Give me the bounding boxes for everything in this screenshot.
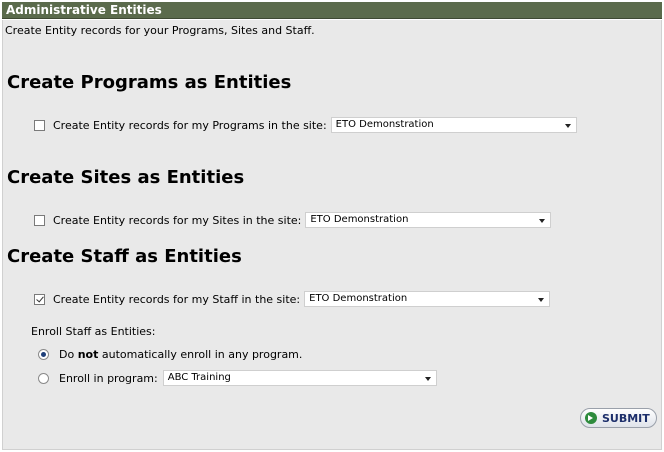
no-enroll-label-post: automatically enroll in any program. bbox=[98, 347, 303, 361]
no-enroll-option: Do not automatically enroll in any progr… bbox=[38, 346, 302, 362]
staff-checkbox[interactable] bbox=[34, 293, 45, 305]
programs-checkbox[interactable] bbox=[34, 119, 45, 131]
staff-row: Create Entity records for my Staff in th… bbox=[34, 290, 551, 308]
sites-site-select[interactable]: ETO Demonstration bbox=[305, 212, 552, 228]
enroll-program-radio[interactable] bbox=[38, 372, 49, 384]
intro-text: Create Entity records for your Programs,… bbox=[5, 24, 315, 37]
page-title: Administrative Entities bbox=[6, 3, 162, 17]
chevron-down-icon bbox=[424, 377, 431, 381]
sites-checkbox[interactable] bbox=[34, 214, 45, 226]
arrow-right-circle-icon bbox=[585, 412, 597, 424]
enroll-staff-label: Enroll Staff as Entities: bbox=[31, 325, 156, 338]
chevron-down-icon bbox=[538, 298, 545, 302]
enroll-program-option: Enroll in program: ABC Training bbox=[38, 370, 437, 386]
no-enroll-label-pre: Do bbox=[59, 347, 78, 361]
no-enroll-label: Do not automatically enroll in any progr… bbox=[59, 348, 302, 361]
staff-checkbox-label: Create Entity records for my Staff in th… bbox=[53, 292, 301, 306]
sites-site-select-value: ETO Demonstration bbox=[310, 214, 409, 225]
program-select[interactable]: ABC Training bbox=[162, 370, 437, 386]
chevron-down-icon bbox=[564, 124, 571, 128]
programs-site-select[interactable]: ETO Demonstration bbox=[330, 117, 577, 133]
no-enroll-radio[interactable] bbox=[38, 348, 49, 360]
enroll-program-label: Enroll in program: bbox=[59, 371, 158, 385]
programs-checkbox-label: Create Entity records for my Programs in… bbox=[53, 118, 327, 132]
programs-section-title: Create Programs as Entities bbox=[7, 72, 292, 93]
sites-row: Create Entity records for my Sites in th… bbox=[34, 211, 552, 229]
programs-site-select-value: ETO Demonstration bbox=[335, 119, 434, 130]
submit-button[interactable]: SUBMIT bbox=[580, 408, 657, 428]
staff-site-select-value: ETO Demonstration bbox=[309, 293, 408, 304]
program-select-value: ABC Training bbox=[167, 372, 231, 383]
page-header: Administrative Entities bbox=[2, 2, 662, 19]
sites-checkbox-label: Create Entity records for my Sites in th… bbox=[53, 213, 302, 227]
staff-site-select[interactable]: ETO Demonstration bbox=[304, 291, 551, 307]
no-enroll-label-bold: not bbox=[77, 347, 99, 361]
sites-section-title: Create Sites as Entities bbox=[7, 167, 245, 188]
programs-row: Create Entity records for my Programs in… bbox=[34, 116, 577, 134]
chevron-down-icon bbox=[539, 219, 546, 223]
submit-label: SUBMIT bbox=[602, 411, 650, 425]
staff-section-title: Create Staff as Entities bbox=[7, 246, 242, 267]
main-panel: Create Entity records for your Programs,… bbox=[2, 20, 662, 450]
